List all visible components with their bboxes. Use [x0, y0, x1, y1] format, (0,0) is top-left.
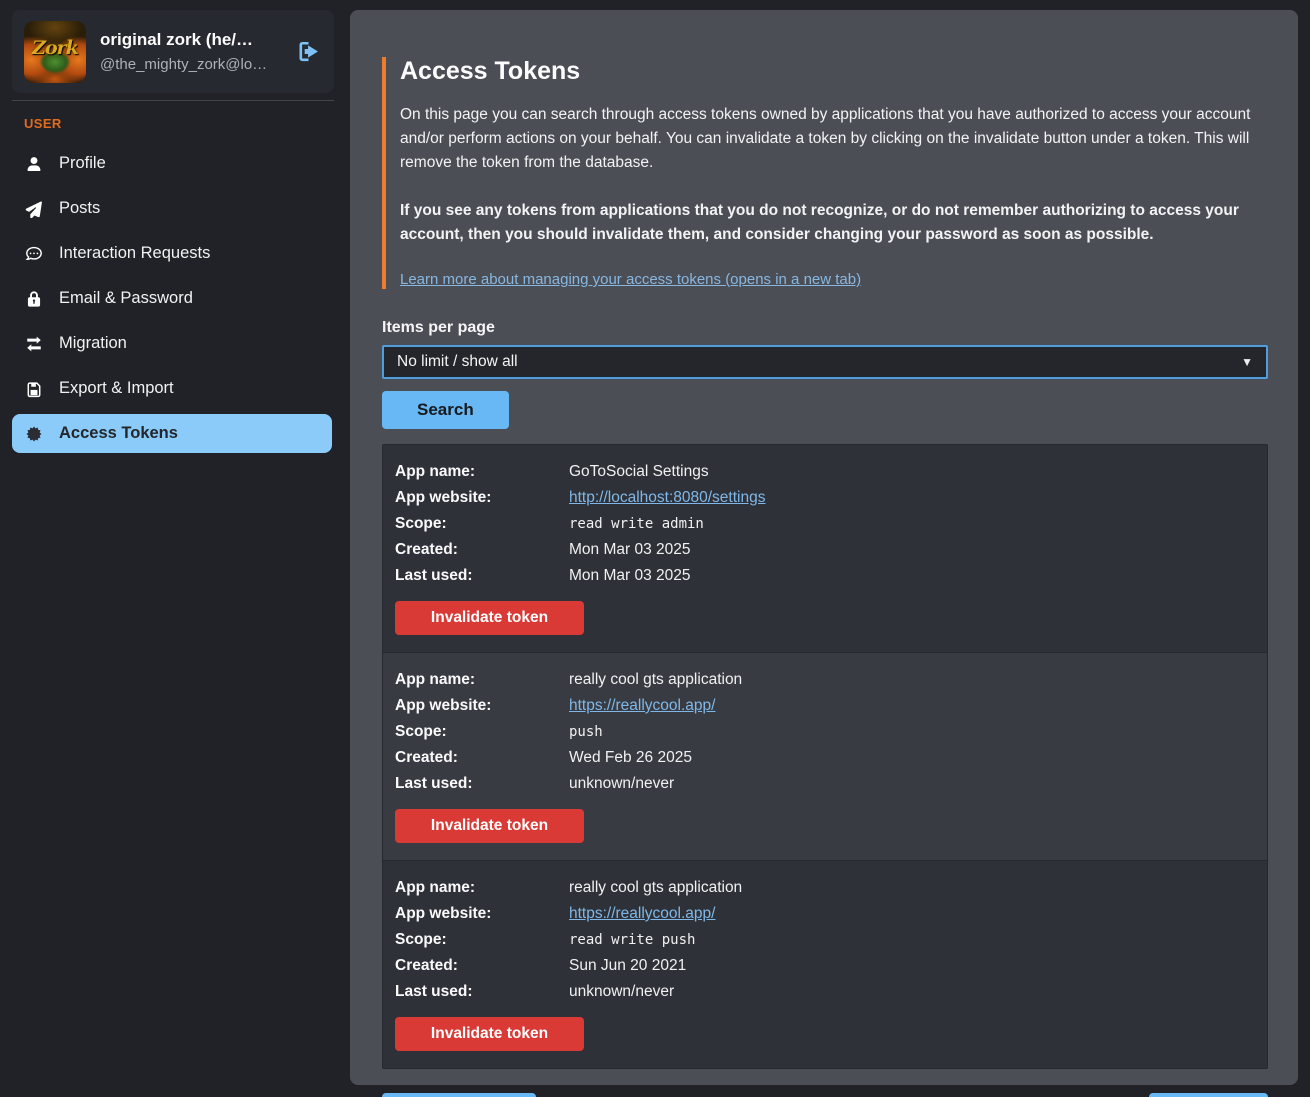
created-value: Mon Mar 03 2025	[569, 537, 1255, 563]
items-per-page-select[interactable]: No limit / show all ▼	[382, 345, 1268, 379]
invalidate-token-button[interactable]: Invalidate token	[395, 1017, 584, 1051]
field-label: Last used:	[395, 563, 569, 589]
sidebar-item-profile[interactable]: Profile	[12, 144, 332, 183]
next-page-button[interactable]: Next page	[1149, 1093, 1268, 1097]
token-row-last-used: Last used: Mon Mar 03 2025	[395, 563, 1255, 589]
pagination: Previous page Next page	[382, 1093, 1268, 1097]
search-button[interactable]: Search	[382, 391, 509, 429]
token-row-scope: Scope: push	[395, 719, 1255, 745]
field-label: App name:	[395, 667, 569, 693]
access-tokens-section: Access Tokens On this page you can searc…	[382, 57, 1268, 289]
sidebar-item-email-password[interactable]: Email & Password	[12, 279, 332, 318]
sidebar-item-label: Interaction Requests	[59, 244, 210, 263]
sidebar-item-label: Access Tokens	[59, 424, 178, 443]
app-website-link[interactable]: https://reallycool.app/	[569, 901, 715, 927]
sidebar-item-label: Migration	[59, 334, 127, 353]
field-label: Created:	[395, 745, 569, 771]
warning-text: If you see any tokens from applications …	[400, 199, 1268, 247]
token-row-last-used: Last used: unknown/never	[395, 771, 1255, 797]
app-name-value: really cool gts application	[569, 667, 1255, 693]
previous-page-button[interactable]: Previous page	[382, 1093, 536, 1097]
sidebar-section-label: USER	[24, 116, 350, 131]
learn-more-link[interactable]: Learn more about managing your access to…	[400, 271, 861, 288]
token-row-last-used: Last used: unknown/never	[395, 979, 1255, 1005]
lock-icon	[24, 290, 44, 308]
app-name-value: really cool gts application	[569, 875, 1255, 901]
token-row-app-website: App website: https://reallycool.app/	[395, 693, 1255, 719]
sidebar-item-label: Posts	[59, 199, 100, 218]
token-row-scope: Scope: read write admin	[395, 511, 1255, 537]
app-website-link[interactable]: http://localhost:8080/settings	[569, 485, 765, 511]
user-card[interactable]: Zork original zork (he/… @the_mighty_zor…	[12, 10, 334, 93]
page-title: Access Tokens	[400, 57, 1268, 86]
app-website-link[interactable]: https://reallycool.app/	[569, 693, 715, 719]
invalidate-token-button[interactable]: Invalidate token	[395, 601, 584, 635]
field-label: Created:	[395, 953, 569, 979]
sidebar-item-posts[interactable]: Posts	[12, 189, 332, 228]
sign-out-icon[interactable]	[295, 38, 322, 65]
certificate-icon	[24, 425, 44, 443]
field-label: App website:	[395, 485, 569, 511]
sidebar-item-label: Email & Password	[59, 289, 193, 308]
sidebar-item-migration[interactable]: Migration	[12, 324, 332, 363]
field-label: Last used:	[395, 979, 569, 1005]
sidebar-divider	[12, 100, 334, 101]
last-used-value: Mon Mar 03 2025	[569, 563, 1255, 589]
token-row-app-website: App website: https://reallycool.app/	[395, 901, 1255, 927]
field-label: Scope:	[395, 719, 569, 745]
created-value: Sun Jun 20 2021	[569, 953, 1255, 979]
user-info: original zork (he/… @the_mighty_zork@lo…	[100, 30, 281, 73]
sidebar-item-export-import[interactable]: Export & Import	[12, 369, 332, 408]
token-row-created: Created: Wed Feb 26 2025	[395, 745, 1255, 771]
arrows-left-right-icon	[24, 335, 44, 353]
sidebar-item-label: Profile	[59, 154, 106, 173]
token-row-created: Created: Sun Jun 20 2021	[395, 953, 1255, 979]
avatar-art-text: Zork	[24, 37, 86, 59]
avatar: Zork	[24, 21, 86, 83]
page-description: On this page you can search through acce…	[400, 103, 1268, 175]
token-row-scope: Scope: read write push	[395, 927, 1255, 953]
token-entry: App name: really cool gts application Ap…	[383, 860, 1267, 1068]
last-used-value: unknown/never	[569, 979, 1255, 1005]
chevron-down-icon: ▼	[1241, 355, 1253, 369]
field-label: App name:	[395, 875, 569, 901]
field-label: Last used:	[395, 771, 569, 797]
token-row-app-website: App website: http://localhost:8080/setti…	[395, 485, 1255, 511]
token-entry: App name: GoToSocial Settings App websit…	[383, 445, 1267, 652]
token-list: App name: GoToSocial Settings App websit…	[382, 444, 1268, 1069]
token-entry: App name: really cool gts application Ap…	[383, 652, 1267, 860]
settings-panel: Access Tokens On this page you can searc…	[350, 10, 1298, 1085]
token-row-app-name: App name: GoToSocial Settings	[395, 459, 1255, 485]
token-row-created: Created: Mon Mar 03 2025	[395, 537, 1255, 563]
sidebar: Zork original zork (he/… @the_mighty_zor…	[0, 0, 350, 1097]
app-name-value: GoToSocial Settings	[569, 459, 1255, 485]
token-row-app-name: App name: really cool gts application	[395, 667, 1255, 693]
display-name: original zork (he/…	[100, 30, 281, 50]
sidebar-nav: Profile Posts Interaction Requests	[0, 141, 350, 456]
scope-value: read write push	[569, 927, 1255, 953]
user-handle: @the_mighty_zork@lo…	[100, 56, 281, 73]
scope-value: read write admin	[569, 511, 1255, 537]
field-label: Scope:	[395, 927, 569, 953]
field-label: App website:	[395, 901, 569, 927]
field-label: App website:	[395, 693, 569, 719]
last-used-value: unknown/never	[569, 771, 1255, 797]
comment-dots-icon	[24, 245, 44, 263]
field-label: App name:	[395, 459, 569, 485]
field-label: Created:	[395, 537, 569, 563]
sidebar-item-interaction-requests[interactable]: Interaction Requests	[12, 234, 332, 273]
floppy-disk-icon	[24, 380, 44, 398]
select-value: No limit / show all	[397, 353, 518, 371]
paper-plane-icon	[24, 200, 44, 218]
sidebar-item-access-tokens[interactable]: Access Tokens	[12, 414, 332, 453]
invalidate-token-button[interactable]: Invalidate token	[395, 809, 584, 843]
items-per-page-field: Items per page No limit / show all ▼ Sea…	[382, 319, 1268, 429]
user-icon	[24, 155, 44, 173]
token-row-app-name: App name: really cool gts application	[395, 875, 1255, 901]
field-label: Scope:	[395, 511, 569, 537]
items-per-page-label: Items per page	[382, 319, 1268, 337]
sidebar-item-label: Export & Import	[59, 379, 174, 398]
created-value: Wed Feb 26 2025	[569, 745, 1255, 771]
scope-value: push	[569, 719, 1255, 745]
